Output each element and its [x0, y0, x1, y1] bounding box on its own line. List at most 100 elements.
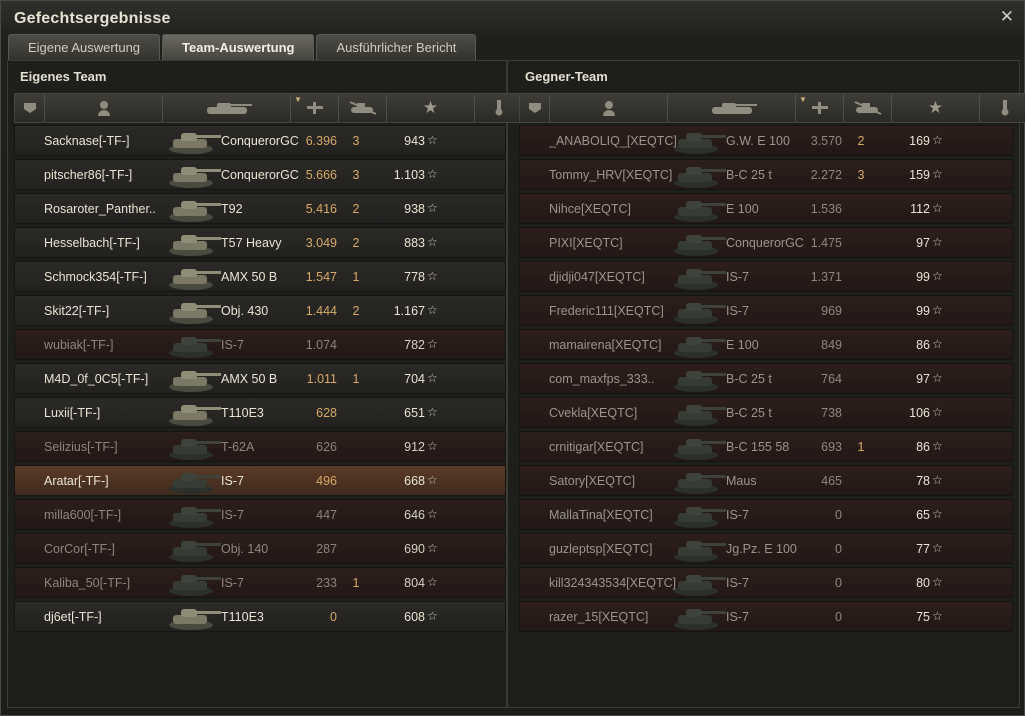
player-row[interactable]: dj6et[-TF-] T110E3 0 608 ☆ — [14, 601, 506, 632]
close-icon[interactable]: ✕ — [1000, 7, 1014, 27]
player-row[interactable]: Hesselbach[-TF-] T57 Heavy 3.049 2 883 ☆ — [14, 227, 506, 258]
award-icon[interactable] — [980, 94, 1025, 122]
player-row[interactable]: djidji047[XEQTC] IS-7 1.371 99 ☆ — [519, 261, 1013, 292]
player-row[interactable]: Aratar[-TF-] IS-7 496 668 ☆ — [14, 465, 506, 496]
player-row[interactable]: Skit22[-TF-] Obj. 430 1.444 2 1.167 ☆ — [14, 295, 506, 326]
tank-icon — [165, 297, 223, 325]
player-row[interactable]: Satory[XEQTC] Maus 465 78 ☆ — [519, 465, 1013, 496]
player-row[interactable]: Kaliba_50[-TF-] IS-7 233 1 804 ☆ — [14, 567, 506, 598]
xp-value: 112 — [910, 202, 930, 216]
battle-results-window: Gefechtsergebnisse ✕ Eigene Auswertung T… — [0, 0, 1025, 716]
tank-icon — [165, 467, 223, 495]
medal-badge-icon[interactable] — [15, 94, 45, 122]
xp-value: 86 — [916, 440, 930, 454]
player-row[interactable]: crnitigar[XEQTC] B-C 155 58 693 1 86 ☆ — [519, 431, 1013, 462]
player-row[interactable]: Selizius[-TF-] T-62A 626 912 ☆ — [14, 431, 506, 462]
tank-name: AMX 50 B — [221, 372, 278, 386]
player-name: CorCor[-TF-] — [44, 542, 115, 556]
star-icon: ☆ — [427, 303, 438, 317]
own-team-title: Eigenes Team — [20, 69, 107, 84]
team-results-content: Eigenes Team ▼ ★ Sacknase[-TF-] ConquerorG… — [7, 60, 1025, 708]
player-row[interactable]: wubiak[-TF-] IS-7 1.074 782 ☆ — [14, 329, 506, 360]
player-row[interactable]: Cvekla[XEQTC] B-C 25 t 738 106 ☆ — [519, 397, 1013, 428]
player-row[interactable]: _ANABOLIQ_[XEQTC] G.W. E 100 3.570 2 169 ☆ — [519, 125, 1013, 156]
tank-icon — [165, 263, 223, 291]
tab-team-auswertung[interactable]: Team-Auswertung — [162, 34, 315, 60]
tab-ausfuehrlicher-bericht[interactable]: Ausführlicher Bericht — [316, 34, 477, 60]
damage-icon[interactable]: ▼ — [291, 94, 339, 122]
damage-icon[interactable]: ▼ — [796, 94, 844, 122]
tank-icon — [670, 263, 728, 291]
xp-value: 1.167 — [393, 304, 425, 318]
player-row[interactable]: Rosaroter_Panther.. T92 5.416 2 938 ☆ — [14, 193, 506, 224]
xp-value: 782 — [404, 338, 425, 352]
player-row[interactable]: Tommy_HRV[XEQTC] B-C 25 t 2.272 3 159 ☆ — [519, 159, 1013, 190]
player-row[interactable]: pitscher86[-TF-] ConquerorGC 5.666 3 1.103 ☆ — [14, 159, 506, 190]
tank-name: Maus — [726, 474, 757, 488]
tank-name: IS-7 — [726, 610, 749, 624]
xp-value: 159 — [909, 168, 930, 182]
xp-value: 99 — [916, 304, 930, 318]
experience-star-icon[interactable]: ★ — [892, 94, 980, 122]
player-row[interactable]: com_maxfps_333.. B-C 25 t 764 97 ☆ — [519, 363, 1013, 394]
player-row[interactable]: MallaTina[XEQTC] IS-7 0 65 ☆ — [519, 499, 1013, 530]
damage-value: 628 — [316, 406, 337, 420]
kills-value: 2 — [352, 236, 360, 250]
player-row[interactable]: CorCor[-TF-] Obj. 140 287 690 ☆ — [14, 533, 506, 564]
damage-value: 3.049 — [305, 236, 337, 250]
damage-value: 849 — [821, 338, 842, 352]
tank-icon — [670, 331, 728, 359]
tank-name: T110E3 — [221, 406, 264, 420]
damage-value: 969 — [821, 304, 842, 318]
xp-value: 778 — [404, 270, 425, 284]
kills-icon[interactable] — [844, 94, 892, 122]
player-row[interactable]: milla600[-TF-] IS-7 447 646 ☆ — [14, 499, 506, 530]
tank-icon[interactable] — [163, 94, 291, 122]
player-icon[interactable] — [45, 94, 163, 122]
kills-value: 3 — [352, 134, 360, 148]
player-row[interactable]: razer_15[XEQTC] IS-7 0 75 ☆ — [519, 601, 1013, 632]
player-row[interactable]: Sacknase[-TF-] ConquerorGC 6.396 3 943 ☆ — [14, 125, 506, 156]
tank-name: T-62A — [221, 440, 255, 454]
player-row[interactable]: Schmock354[-TF-] AMX 50 B 1.547 1 778 ☆ — [14, 261, 506, 292]
enemy-team-list: _ANABOLIQ_[XEQTC] G.W. E 100 3.570 2 169 ☆ Tom… — [519, 125, 1013, 635]
kills-value: 3 — [352, 168, 360, 182]
own-team-panel: Eigenes Team ▼ ★ Sacknase[-TF-] ConquerorG… — [8, 61, 524, 707]
player-row[interactable]: mamairena[XEQTC] E 100 849 86 ☆ — [519, 329, 1013, 360]
tank-icon — [670, 127, 728, 155]
player-row[interactable]: M4D_0f_0C5[-TF-] AMX 50 B 1.011 1 704 ☆ — [14, 363, 506, 394]
tank-icon — [670, 569, 728, 597]
xp-value: 912 — [404, 440, 425, 454]
player-row[interactable]: guzleptsp[XEQTC] Jg.Pz. E 100 0 77 ☆ — [519, 533, 1013, 564]
xp-value: 97 — [916, 236, 930, 250]
player-row[interactable]: kill324343534[XEQTC] IS-7 0 80 ☆ — [519, 567, 1013, 598]
star-icon: ☆ — [427, 575, 438, 589]
xp-value: 86 — [916, 338, 930, 352]
tank-icon[interactable] — [668, 94, 796, 122]
star-icon: ☆ — [427, 405, 438, 419]
own-team-list: Sacknase[-TF-] ConquerorGC 6.396 3 943 ☆ pitsc… — [14, 125, 506, 635]
player-row[interactable]: Nihce[XEQTC] E 100 1.536 112 ☆ — [519, 193, 1013, 224]
xp-value: 943 — [404, 134, 425, 148]
damage-value: 233 — [316, 576, 337, 590]
damage-value: 0 — [835, 542, 842, 556]
kills-value: 1 — [352, 576, 360, 590]
kills-icon[interactable] — [339, 94, 387, 122]
player-name: Schmock354[-TF-] — [44, 270, 147, 284]
damage-value: 447 — [316, 508, 337, 522]
experience-star-icon[interactable]: ★ — [387, 94, 475, 122]
star-icon: ☆ — [427, 473, 438, 487]
medal-badge-icon[interactable] — [520, 94, 550, 122]
tank-name: Jg.Pz. E 100 — [726, 542, 797, 556]
player-name: wubiak[-TF-] — [44, 338, 114, 352]
player-row[interactable]: Luxii[-TF-] T110E3 628 651 ☆ — [14, 397, 506, 428]
tank-name: B-C 25 t — [726, 372, 772, 386]
sort-arrow-icon: ▼ — [799, 95, 807, 104]
tab-eigene-auswertung[interactable]: Eigene Auswertung — [8, 34, 161, 60]
player-row[interactable]: Frederic111[XEQTC] IS-7 969 99 ☆ — [519, 295, 1013, 326]
player-icon[interactable] — [550, 94, 668, 122]
tank-icon — [670, 433, 728, 461]
tank-name: IS-7 — [221, 474, 244, 488]
player-row[interactable]: PIXI[XEQTC] ConquerorGC 1.475 97 ☆ — [519, 227, 1013, 258]
xp-value: 883 — [404, 236, 425, 250]
